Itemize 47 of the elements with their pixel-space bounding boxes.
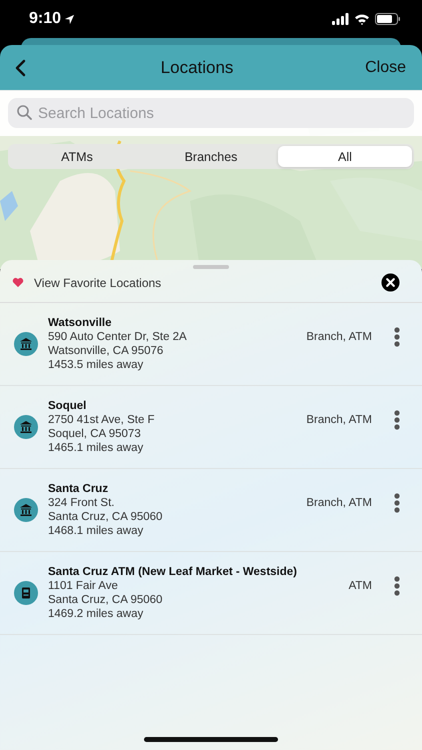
filter-tab[interactable]: ATMs [10, 146, 144, 167]
heart-icon [12, 277, 24, 288]
location-row[interactable]: Santa Cruz ATM (New Leaf Market - Westside) 1101 Fair Ave Santa Cruz, CA 95060 1469.2 miles away ATM [0, 552, 422, 635]
bank-icon [14, 498, 38, 522]
location-city: Watsonville, CA 95076 [48, 344, 164, 358]
wifi-icon [354, 13, 370, 25]
filter-tab[interactable]: All [278, 146, 412, 167]
bank-icon [14, 415, 38, 439]
bank-icon [14, 332, 38, 356]
close-icon[interactable] [381, 273, 400, 292]
location-address: 324 Front St. [48, 496, 116, 510]
location-type: Branch, ATM [306, 331, 372, 343]
close-button[interactable]: Close [363, 56, 408, 78]
location-row[interactable]: Watsonville 590 Auto Center Dr, Ste 2A Watsonville, CA 95076 1453.5 miles away Branch, ATM [0, 303, 422, 386]
location-address: 590 Auto Center Dr, Ste 2A [48, 330, 188, 344]
location-name: Watsonville [48, 316, 112, 328]
location-city: Soquel, CA 95073 [48, 426, 142, 440]
location-address: 1101 Fair Ave [48, 578, 119, 592]
screen-title: Locations [160, 58, 234, 78]
search-field[interactable]: Search Locations [8, 98, 414, 128]
location-name: Santa Cruz ATM (New Leaf Market - Westside) [48, 566, 298, 578]
drag-handle[interactable] [193, 265, 229, 269]
location-type: Branch, ATM [306, 414, 372, 426]
more-options-icon[interactable] [394, 576, 400, 596]
location-arrow-icon [64, 14, 76, 24]
location-row[interactable]: Santa Cruz 324 Front St. Santa Cruz, CA 95060 1468.1 miles away Branch, ATM [0, 469, 422, 552]
location-distance: 1453.5 miles away [48, 358, 144, 372]
location-distance: 1469.2 miles away [48, 606, 144, 620]
location-city: Santa Cruz, CA 95060 [48, 592, 164, 606]
location-type: Branch, ATM [306, 497, 372, 509]
more-options-icon[interactable] [394, 493, 400, 513]
location-distance: 1468.1 miles away [48, 524, 144, 538]
location-name: Santa Cruz [48, 482, 110, 494]
location-address: 2750 41st Ave, Ste F [48, 412, 156, 426]
filter-tab[interactable]: Branches [144, 146, 278, 167]
location-row[interactable]: Soquel 2750 41st Ave, Ste F Soquel, CA 95073 1465.1 miles away Branch, ATM [0, 386, 422, 469]
location-name: Soquel [48, 400, 88, 412]
favorites-link[interactable]: View Favorite Locations [34, 276, 381, 290]
location-city: Santa Cruz, CA 95060 [48, 510, 164, 524]
atm-icon [14, 581, 38, 605]
more-options-icon[interactable] [394, 410, 400, 430]
more-options-icon[interactable] [394, 327, 400, 347]
location-type: ATM [348, 580, 372, 592]
clock-time: 9:10 [29, 10, 62, 28]
signal-icon [332, 13, 349, 25]
location-distance: 1465.1 miles away [48, 440, 144, 454]
battery-icon [375, 13, 400, 25]
